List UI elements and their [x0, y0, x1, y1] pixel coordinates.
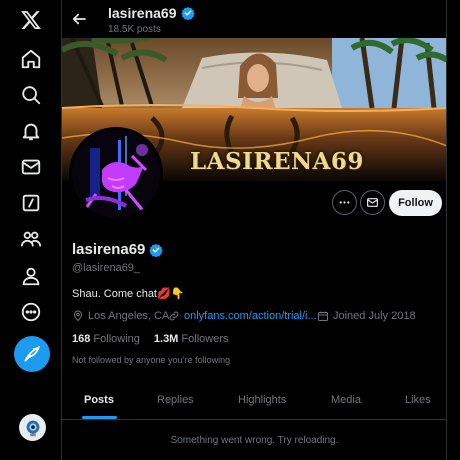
- tab-replies[interactable]: Replies: [157, 394, 194, 406]
- error-message: Something went wrong. Try reloading.: [170, 435, 339, 446]
- location-text: Los Angeles, CA: [88, 310, 170, 322]
- tab-highlights[interactable]: Highlights: [238, 394, 286, 406]
- envelope-icon: [367, 198, 378, 207]
- not-followed-notice: Not followed by anyone you’re following: [72, 355, 231, 365]
- profile-header-bar: lasirena69 18.5K posts: [62, 0, 446, 38]
- messages-icon[interactable]: [17, 153, 45, 181]
- notifications-icon[interactable]: [17, 117, 45, 145]
- compose-post-icon: [24, 345, 41, 362]
- following-link[interactable]: 168 Following: [72, 333, 140, 345]
- followers-count: 1.3M: [153, 333, 179, 345]
- profile-link[interactable]: onlyfans.com/action/trial/i...: [168, 310, 317, 322]
- link-icon: [169, 311, 179, 321]
- tab-media[interactable]: Media: [331, 394, 361, 406]
- follow-stats: 168 Following 1.3M Followers: [72, 333, 229, 345]
- verified-badge-icon: [180, 6, 195, 20]
- home-icon[interactable]: [17, 45, 45, 73]
- profile-link-text[interactable]: onlyfans.com/action/trial/i...: [184, 310, 317, 322]
- banner-overlay-text: LASIRENA69: [190, 148, 364, 175]
- location-pin-icon: [73, 310, 83, 322]
- profile-avatar[interactable]: [69, 127, 163, 221]
- explore-icon[interactable]: [17, 81, 45, 109]
- header-name-text: lasirena69: [108, 5, 177, 21]
- communities-icon[interactable]: [17, 225, 45, 253]
- account-avatar[interactable]: [19, 414, 46, 441]
- following-count: 168: [72, 333, 91, 345]
- profile-name-text: lasirena69: [72, 241, 146, 258]
- x-logo-icon[interactable]: [17, 6, 45, 34]
- following-label: Following: [93, 333, 140, 345]
- profile-bio: Shau. Come chat💋👇: [72, 288, 185, 300]
- active-tab-indicator: [82, 416, 117, 419]
- verified-badge-icon[interactable]: [149, 243, 164, 257]
- grok-icon[interactable]: [17, 189, 45, 217]
- followers-link[interactable]: 1.3M Followers: [154, 333, 229, 345]
- profile-display-name: lasirena69: [72, 241, 164, 258]
- profile-location: Los Angeles, CA: [72, 310, 169, 322]
- profile-handle: @lasirena69_: [72, 262, 141, 274]
- profile-icon[interactable]: [17, 262, 45, 290]
- calendar-icon: [318, 311, 328, 321]
- tab-likes[interactable]: Likes: [405, 394, 431, 406]
- message-button[interactable]: [360, 190, 385, 215]
- compose-post-button[interactable]: [14, 336, 50, 372]
- left-nav: [0, 0, 62, 460]
- tab-posts[interactable]: Posts: [84, 394, 114, 406]
- header-display-name: lasirena69: [108, 5, 195, 21]
- more-icon[interactable]: [17, 298, 45, 326]
- follow-button[interactable]: Follow: [389, 190, 442, 216]
- profile-joined: Joined July 2018: [317, 310, 416, 322]
- profile-column: lasirena69 18.5K posts LASIRENA69 Follow…: [62, 0, 447, 460]
- joined-text: Joined July 2018: [333, 310, 416, 322]
- more-options-button[interactable]: [332, 190, 357, 215]
- followers-label: Followers: [181, 333, 229, 345]
- ellipsis-icon: [339, 201, 350, 204]
- profile-tabs: Posts Replies Highlights Media Likes: [62, 382, 446, 420]
- back-arrow-icon[interactable]: [70, 10, 88, 28]
- post-count: 18.5K posts: [108, 24, 161, 35]
